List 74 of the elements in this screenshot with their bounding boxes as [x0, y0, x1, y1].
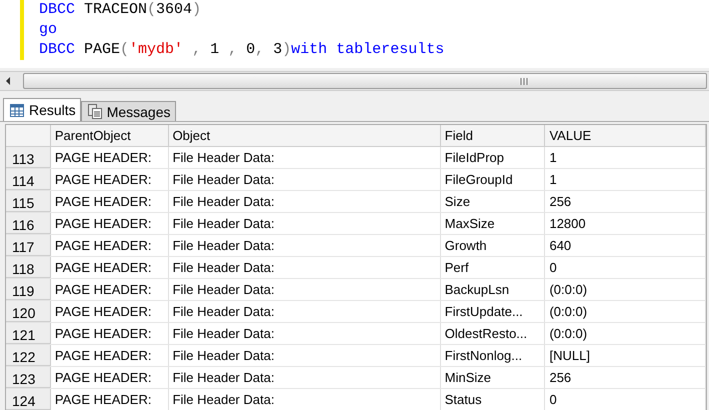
table-cell: 12800 [545, 213, 706, 234]
table-cell: File Header Data: [168, 279, 441, 300]
table-cell: (0:0:0) [545, 279, 706, 300]
row-number: 124 [6, 389, 51, 410]
table-cell: File Header Data: [168, 323, 441, 344]
table-cell: PAGE HEADER: [50, 279, 169, 300]
document-icon [88, 104, 102, 119]
table-cell: MaxSize [440, 213, 546, 234]
table-cell: Growth [440, 235, 546, 256]
table-cell: MinSize [440, 367, 546, 388]
table-cell: Status [440, 389, 546, 410]
row-number: 118 [6, 257, 51, 278]
row-number: 121 [6, 323, 51, 344]
code-line: go [39, 20, 58, 40]
table-cell: (0:0:0) [545, 301, 706, 322]
row-number: 113 [6, 147, 51, 168]
table-cell: File Header Data: [168, 345, 441, 366]
table-cell: File Header Data: [168, 367, 441, 388]
row-number: 116 [6, 213, 51, 234]
table-cell: 0 [545, 257, 706, 278]
table-cell: File Header Data: [168, 235, 441, 256]
table-cell: PAGE HEADER: [50, 169, 169, 190]
table-cell: 256 [545, 367, 706, 388]
column-header[interactable]: Field [440, 125, 546, 146]
grip-icon [520, 78, 530, 84]
table-cell: File Header Data: [168, 213, 441, 234]
table-cell: 1 [545, 169, 706, 190]
table-cell: PAGE HEADER: [50, 345, 169, 366]
tab[interactable]: Messages [80, 101, 176, 121]
row-number: 120 [6, 301, 51, 322]
table-cell: File Header Data: [168, 169, 441, 190]
table-cell: Perf [440, 257, 546, 278]
table-cell: PAGE HEADER: [50, 257, 169, 278]
table-cell: FileGroupId [440, 169, 546, 190]
table-cell: 1 [545, 147, 706, 168]
table-cell: PAGE HEADER: [50, 191, 169, 212]
grid-icon [10, 104, 24, 116]
table-cell: OldestResto... [440, 323, 546, 344]
row-number: 123 [6, 367, 51, 388]
table-cell: File Header Data: [168, 191, 441, 212]
code-line: DBCC TRACEON(3604) [39, 0, 202, 20]
table-cell: Size [440, 191, 546, 212]
column-header[interactable]: ParentObject [50, 125, 169, 146]
table-cell: 0 [545, 389, 706, 410]
table-cell: PAGE HEADER: [50, 235, 169, 256]
table-cell: File Header Data: [168, 257, 441, 278]
table-cell: 256 [545, 191, 706, 212]
table-cell: File Header Data: [168, 301, 441, 322]
horizontal-scrollbar[interactable] [0, 71, 709, 91]
table-cell: 640 [545, 235, 706, 256]
table-cell: BackupLsn [440, 279, 546, 300]
row-number: 115 [6, 191, 51, 212]
table-cell: PAGE HEADER: [50, 367, 169, 388]
column-header[interactable]: Object [168, 125, 441, 146]
scroll-left-icon[interactable] [5, 77, 11, 85]
column-header[interactable]: VALUE [545, 125, 706, 146]
table-cell: FirstNonlog... [440, 345, 546, 366]
table-cell: PAGE HEADER: [50, 389, 169, 410]
row-number: 119 [6, 279, 51, 300]
row-number: 117 [6, 235, 51, 256]
table-cell: File Header Data: [168, 389, 441, 410]
code-line: DBCC PAGE('mydb' , 1 , 0, 3)with tableresults [39, 40, 444, 60]
row-number: 122 [6, 345, 51, 366]
table-cell: PAGE HEADER: [50, 147, 169, 168]
table-cell: FirstUpdate... [440, 301, 546, 322]
table-cell: [NULL] [545, 345, 706, 366]
table-cell: PAGE HEADER: [50, 301, 169, 322]
table-cell: PAGE HEADER: [50, 323, 169, 344]
table-cell: PAGE HEADER: [50, 213, 169, 234]
tab[interactable]: Results [3, 98, 81, 121]
table-cell: (0:0:0) [545, 323, 706, 344]
row-number: 114 [6, 169, 51, 190]
table-cell: FileIdProp [440, 147, 546, 168]
table-cell: File Header Data: [168, 147, 441, 168]
